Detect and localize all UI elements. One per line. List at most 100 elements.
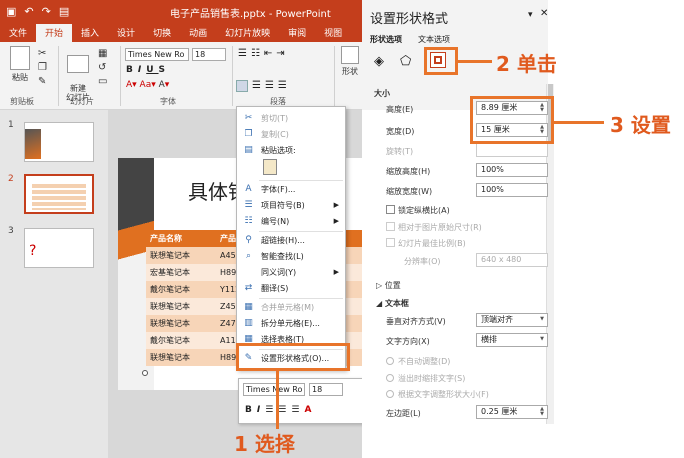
copy-icon[interactable]: ❐: [38, 62, 47, 73]
menu-item-label: 智能查找(L): [261, 252, 304, 261]
present-icon[interactable]: ▤: [59, 5, 69, 18]
tab-animations[interactable]: 动画: [180, 24, 216, 42]
tab-design[interactable]: 设计: [108, 24, 144, 42]
font-format-buttons[interactable]: BIUS: [126, 65, 170, 75]
paste-option-icon[interactable]: [263, 159, 277, 175]
align-buttons[interactable]: ☰☰☰: [252, 80, 291, 91]
tab-text-options[interactable]: 文本选项: [418, 34, 450, 45]
slide-number: 2: [8, 174, 14, 184]
menu-item-2[interactable]: ▤ 粘贴选项:: [237, 143, 345, 158]
numbering-icon: ☷: [244, 216, 253, 226]
callout-box-size-inputs: [470, 96, 554, 144]
mini-font-select[interactable]: Times New Ro: [243, 383, 305, 396]
width-label: 宽度(D): [386, 127, 415, 136]
menu-item-label: 粘贴选项:: [261, 146, 296, 155]
left-margin-value: 0.25 厘米: [481, 407, 518, 416]
redo-icon[interactable]: ↷: [42, 5, 51, 18]
textbox-label: 文本框: [384, 299, 409, 308]
left-margin-input[interactable]: 0.25 厘米 ▲ ▼: [476, 405, 548, 419]
layout-icon[interactable]: ▦: [98, 48, 107, 59]
cut-icon[interactable]: ✂: [38, 48, 46, 59]
menu-item-7[interactable]: ⌕ 智能查找(L): [237, 249, 345, 264]
section-textbox[interactable]: ◢ 文本框: [376, 298, 409, 309]
tab-file[interactable]: 文件: [0, 24, 36, 42]
menu-item-label: 超链接(H)...: [261, 236, 305, 245]
section-size[interactable]: 大小: [374, 88, 390, 99]
menu-item-8[interactable]: 同义词(Y) ▶: [237, 265, 345, 280]
save-icon[interactable]: ▣: [6, 5, 16, 18]
divider: [120, 46, 121, 106]
effects-icon[interactable]: ⬠: [400, 54, 411, 69]
menu-item-3[interactable]: A 字体(F)...: [237, 182, 345, 197]
lock-aspect-checkbox[interactable]: [386, 205, 395, 214]
fill-line-icon[interactable]: ◈: [374, 54, 384, 69]
shape-button[interactable]: 形状: [338, 46, 362, 77]
menu-item-0: ✂ 剪切(T): [237, 111, 345, 126]
tab-shape-options[interactable]: 形状选项: [370, 34, 402, 45]
menu-item-label: 编号(N): [261, 217, 290, 226]
menu-item-11[interactable]: ▥ 拆分单元格(E)...: [237, 316, 345, 331]
tab-slideshow[interactable]: 幻灯片放映: [216, 24, 279, 42]
selection-handle[interactable]: [142, 370, 148, 376]
pane-title: 设置形状格式: [370, 12, 449, 27]
section-position[interactable]: ▷ 位置: [376, 280, 401, 291]
group-font: 字体: [160, 97, 176, 106]
tab-transitions[interactable]: 切换: [144, 24, 180, 42]
slide-thumbnail-3[interactable]: ?: [24, 228, 94, 268]
tab-view[interactable]: 视图: [315, 24, 351, 42]
paste-button[interactable]: 粘贴: [6, 46, 34, 83]
link-icon: ⚲: [245, 235, 252, 245]
rotate-label: 旋转(T): [386, 147, 414, 156]
menu-item-5[interactable]: ☷ 编号(N) ▶: [237, 214, 345, 229]
scale-height-input[interactable]: 100%: [476, 163, 548, 177]
scissors-icon: ✂: [244, 113, 253, 123]
resize-label: 根据文字调整形状大小(F): [398, 390, 489, 399]
tab-home[interactable]: 开始: [36, 24, 73, 42]
menu-separator: [259, 298, 343, 299]
search-icon: ⌕: [245, 251, 252, 261]
menu-item-9[interactable]: ⇄ 翻译(S): [237, 281, 345, 296]
valign-select[interactable]: 顶端对齐 ▼: [476, 313, 548, 327]
mini-format-buttons[interactable]: BI☰☰☰A: [245, 405, 316, 415]
height-label: 高度(E): [386, 105, 414, 114]
menu-item-4[interactable]: ☰ 项目符号(B) ▶: [237, 198, 345, 213]
menu-item-6[interactable]: ⚲ 超链接(H)...: [237, 233, 345, 248]
spinner-icon[interactable]: ▲ ▼: [540, 407, 544, 417]
undo-icon[interactable]: ↶: [24, 5, 33, 18]
section-icon[interactable]: ▭: [98, 76, 107, 87]
callout-line: [554, 121, 604, 124]
lock-aspect-label: 锁定纵横比(A): [398, 206, 450, 215]
align-left-button[interactable]: [236, 80, 248, 92]
font-size-select[interactable]: 18: [192, 48, 226, 61]
best-scale-checkbox: [386, 238, 395, 247]
question-icon: ?: [29, 243, 37, 259]
tab-review[interactable]: 审阅: [279, 24, 315, 42]
resolution-select: 640 x 480: [476, 253, 548, 267]
chevron-down-icon: ▼: [540, 336, 544, 342]
font-icon: A: [245, 184, 252, 194]
slide-thumbnail-1[interactable]: [24, 122, 94, 162]
text-direction-select[interactable]: 横排 ▼: [476, 333, 548, 347]
rotate-input: [476, 143, 548, 157]
font-color-button[interactable]: A▾ Aa▾ A▾: [126, 80, 169, 90]
no-autofit-label: 不自动调整(D): [398, 357, 451, 366]
tab-insert[interactable]: 插入: [72, 24, 108, 42]
product-name-cell: 联想笔记本: [150, 319, 190, 328]
product-name-cell: 戴尔笔记本: [150, 336, 190, 345]
bullets-icon: ☰: [244, 200, 253, 210]
reset-icon[interactable]: ↺: [98, 62, 106, 73]
menu-item-1: ❐ 复制(C): [237, 127, 345, 142]
font-name-select[interactable]: Times New Ro: [125, 48, 189, 61]
mini-size-select[interactable]: 18: [309, 383, 343, 396]
list-buttons[interactable]: ☰☷⇤⇥: [238, 48, 289, 59]
slide-thumbnail-2[interactable]: [24, 174, 94, 214]
scale-width-input[interactable]: 100%: [476, 183, 548, 197]
context-menu: ✂ 剪切(T) ❐ 复制(C) ▤ 粘贴选项: A 字体(F)... ☰ 项目符号(B) ▶ ☷ 编号(…: [236, 106, 346, 370]
chevron-right-icon: ▶: [333, 201, 339, 209]
menu-item-10: ▦ 合并单元格(M): [237, 300, 345, 315]
menu-item-label: 复制(C): [261, 130, 289, 139]
shapes-icon: [341, 46, 359, 64]
pane-options-icon[interactable]: ▾: [528, 10, 533, 20]
new-slide-button[interactable]: 新建 幻灯片: [62, 46, 94, 102]
format-painter-icon[interactable]: ✎: [38, 76, 46, 87]
